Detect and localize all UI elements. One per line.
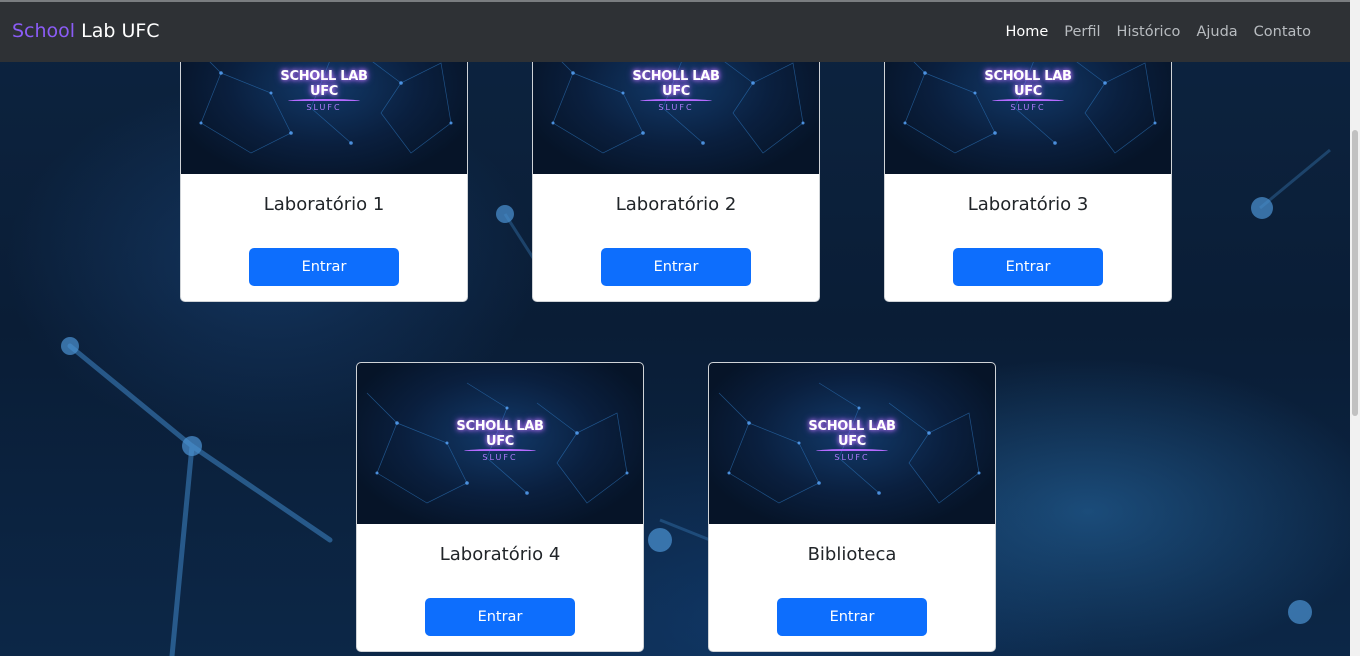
- card-title: Biblioteca: [807, 544, 897, 565]
- scholl-lab-logo: SCHOLL LAB UFC SLUFC: [280, 69, 368, 112]
- card-title: Laboratório 2: [615, 194, 737, 215]
- card-title: Laboratório 3: [967, 194, 1089, 215]
- brand-accent: School: [12, 20, 76, 42]
- top-navbar: School Lab UFC Home Perfil Histórico Aju…: [0, 0, 1350, 62]
- enter-button[interactable]: Entrar: [425, 598, 575, 636]
- card-image: SCHOLL LAB UFC SLUFC: [357, 363, 643, 524]
- scholl-lab-logo: SCHOLL LAB UFC SLUFC: [632, 69, 720, 112]
- nav-link-historico[interactable]: Histórico: [1117, 24, 1181, 40]
- card-image: SCHOLL LAB UFC SLUFC: [709, 363, 995, 524]
- brand-logo[interactable]: School Lab UFC: [12, 20, 160, 42]
- scrollbar-thumb[interactable]: [1352, 130, 1358, 416]
- nav-links: Home Perfil Histórico Ajuda Contato: [1005, 24, 1311, 40]
- nav-link-home[interactable]: Home: [1005, 24, 1048, 40]
- scholl-lab-logo: SCHOLL LAB UFC SLUFC: [808, 419, 896, 462]
- enter-button[interactable]: Entrar: [777, 598, 927, 636]
- library-card: SCHOLL LAB UFC SLUFC Biblioteca Entrar: [708, 362, 996, 652]
- scholl-lab-logo: SCHOLL LAB UFC SLUFC: [984, 69, 1072, 112]
- brand-text: Lab UFC: [75, 20, 160, 42]
- enter-button[interactable]: Entrar: [953, 248, 1103, 286]
- card-title: Laboratório 4: [439, 544, 561, 565]
- lab-card-4: SCHOLL LAB UFC SLUFC Laboratório 4 Entrar: [356, 362, 644, 652]
- enter-button[interactable]: Entrar: [601, 248, 751, 286]
- nav-link-perfil[interactable]: Perfil: [1064, 24, 1100, 40]
- nav-link-contato[interactable]: Contato: [1254, 24, 1311, 40]
- scholl-lab-logo: SCHOLL LAB UFC SLUFC: [456, 419, 544, 462]
- nav-link-ajuda[interactable]: Ajuda: [1196, 24, 1237, 40]
- card-title: Laboratório 1: [263, 194, 385, 215]
- page-scrollbar[interactable]: [1350, 0, 1360, 656]
- enter-button[interactable]: Entrar: [249, 248, 399, 286]
